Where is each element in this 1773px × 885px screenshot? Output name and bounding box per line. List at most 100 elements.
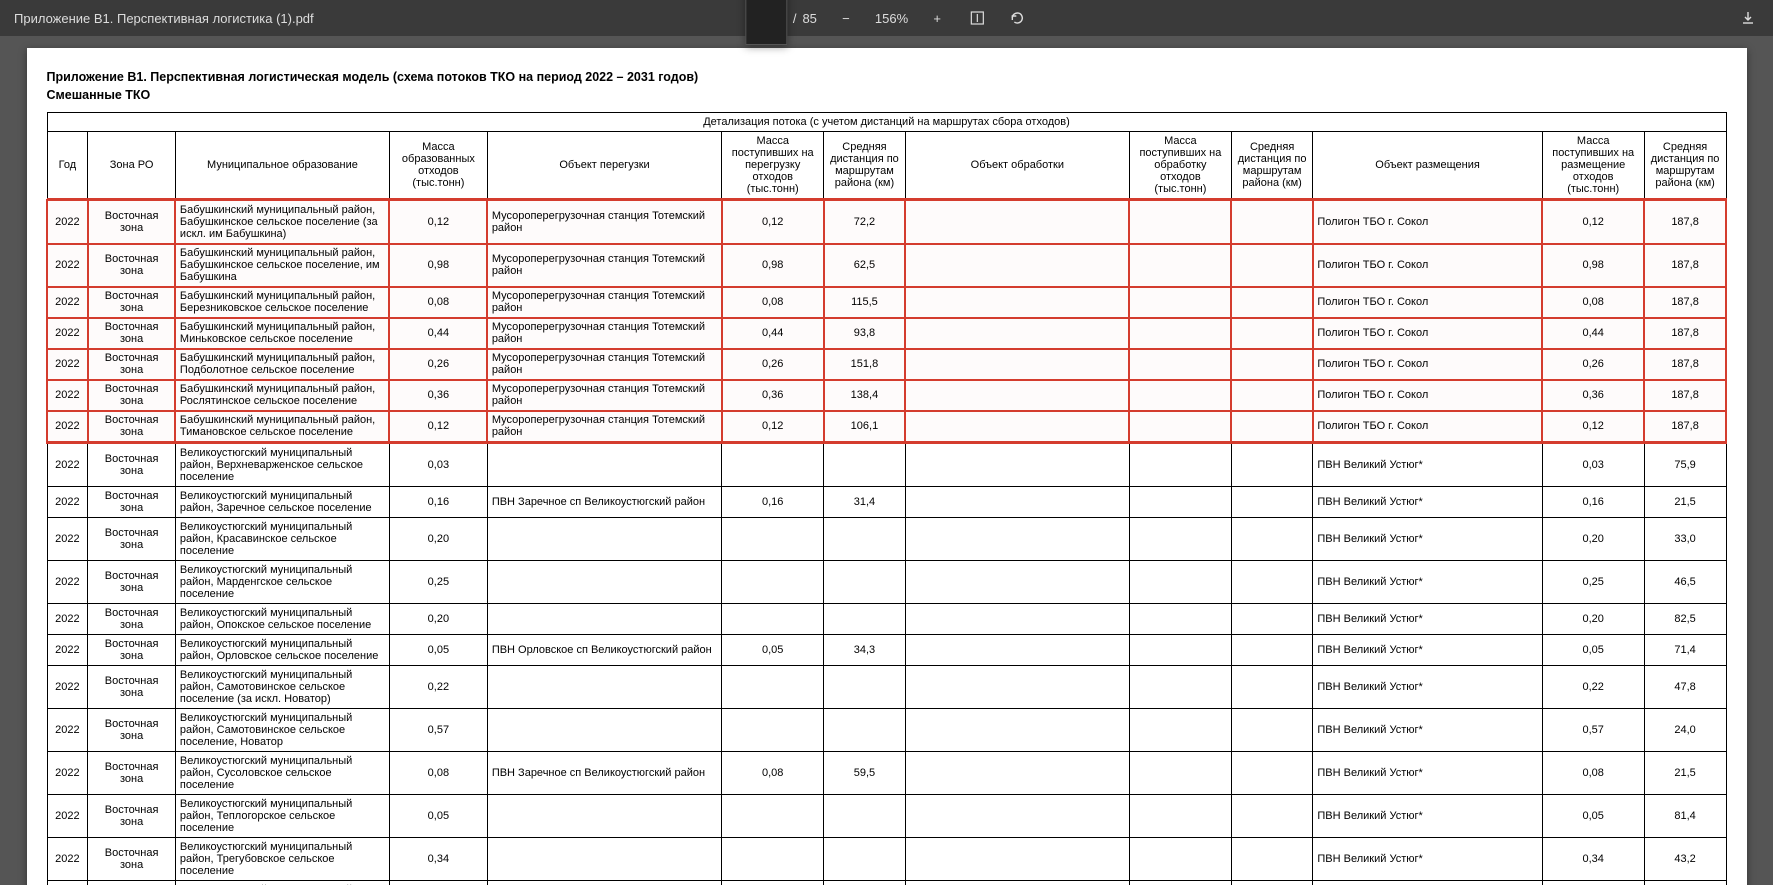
table-cell: 0,08: [389, 287, 487, 318]
table-cell: [1231, 881, 1313, 885]
col-header: Масса образованных отходов (тыс.тонн): [389, 132, 487, 200]
table-cell: 62,5: [824, 244, 906, 287]
table-cell: [1231, 518, 1313, 561]
table-cell: 0,44: [1542, 318, 1644, 349]
table-cell: Мусороперегрузочная станция Тотемский ра…: [487, 411, 721, 443]
table-cell: [722, 518, 824, 561]
table-cell: 2022: [47, 635, 88, 666]
plus-icon: +: [933, 11, 941, 26]
table-cell: [1231, 604, 1313, 635]
table-cell: 0,12: [389, 411, 487, 443]
table-cell: [905, 443, 1129, 487]
table-cell: ПВН Заречное сп Великоустюгский район: [487, 752, 721, 795]
table-cell: [905, 635, 1129, 666]
table-cell: [905, 795, 1129, 838]
table-cell: [905, 244, 1129, 287]
table-cell: [1129, 200, 1231, 244]
table-cell: 0,22: [1542, 666, 1644, 709]
rotate-button[interactable]: [1006, 7, 1028, 29]
table-cell: Восточная зона: [88, 244, 176, 287]
table-cell: 187,8: [1644, 287, 1726, 318]
table-cell: Восточная зона: [88, 561, 176, 604]
table-cell: ПВН Великий Устюг*: [1313, 518, 1542, 561]
table-cell: 2022: [47, 881, 88, 885]
table-cell: [1231, 795, 1313, 838]
table-row: 2022Восточная зонаВеликоустюгский муници…: [47, 709, 1726, 752]
table-cell: [1129, 380, 1231, 411]
table-cell: [1231, 666, 1313, 709]
table-cell: [722, 838, 824, 881]
table-cell: Восточная зона: [88, 411, 176, 443]
viewport[interactable]: Приложение В1. Перспективная логистическ…: [0, 36, 1773, 885]
table-cell: [722, 443, 824, 487]
table-cell: Полигон ТБО г. Сокол: [1313, 380, 1542, 411]
col-header: Средняя дистанция по маршрутам района (к…: [1231, 132, 1313, 200]
table-cell: 0,16: [722, 487, 824, 518]
table-cell: [1231, 287, 1313, 318]
table-cell: 0,05: [722, 635, 824, 666]
table-cell: 187,8: [1644, 349, 1726, 380]
table-cell: [1231, 752, 1313, 795]
table-cell: Мусороперегрузочная станция Тотемский ра…: [487, 349, 721, 380]
table-row: 2022Восточная зонаВеликоустюгский муници…: [47, 604, 1726, 635]
download-button[interactable]: [1737, 7, 1759, 29]
page-input[interactable]: [745, 0, 787, 45]
table-cell: Полигон ТБО г. Сокол: [1313, 349, 1542, 380]
table-cell: Восточная зона: [88, 287, 176, 318]
table-cell: [1129, 561, 1231, 604]
table-cell: Восточная зона: [88, 635, 176, 666]
table-cell: [905, 752, 1129, 795]
table-cell: [1129, 411, 1231, 443]
table-row: 2022Восточная зонаВеликоустюгский муници…: [47, 443, 1726, 487]
table-row: 2022Восточная зонаБабушкинский муниципал…: [47, 349, 1726, 380]
table-cell: [1231, 380, 1313, 411]
table-cell: 0,34: [389, 838, 487, 881]
pdf-toolbar: Приложение В1. Перспективная логистика (…: [0, 0, 1773, 36]
table-cell: Восточная зона: [88, 487, 176, 518]
col-header: Объект размещения: [1313, 132, 1542, 200]
table-cell: Бабушкинский муниципальный район, Бабушк…: [175, 244, 389, 287]
table-cell: Мусороперегрузочная станция Тотемский ра…: [487, 200, 721, 244]
table-cell: [1129, 487, 1231, 518]
zoom-out-button[interactable]: −: [835, 7, 857, 29]
table-cell: 2022: [47, 287, 88, 318]
table-cell: Полигон ТБО г. Сокол: [1313, 287, 1542, 318]
table-row: 2022Восточная зонаБабушкинский муниципал…: [47, 244, 1726, 287]
table-cell: 0,08: [1542, 287, 1644, 318]
table-cell: [487, 709, 721, 752]
table-cell: [1129, 443, 1231, 487]
table-cell: 0,12: [1542, 411, 1644, 443]
table-cell: 2022: [47, 244, 88, 287]
table-cell: [1231, 709, 1313, 752]
table-cell: [1231, 200, 1313, 244]
col-header: Объект перегузки: [487, 132, 721, 200]
table-cell: 2022: [47, 349, 88, 380]
table-cell: 0,98: [389, 244, 487, 287]
table-cell: 2022: [47, 411, 88, 443]
table-cell: Бабушкинский муниципальный район, Березн…: [175, 287, 389, 318]
table-row: 2022Восточная зонаВеликоустюгский муници…: [47, 752, 1726, 795]
table-cell: ПВН Великий Устюг*: [1313, 795, 1542, 838]
doc-title: Приложение В1. Перспективная логистическ…: [47, 70, 1727, 84]
table-cell: [824, 443, 906, 487]
table-cell: [1129, 881, 1231, 885]
table-cell: [487, 443, 721, 487]
col-header: Муниципальное образование: [175, 132, 389, 200]
table-cell: [824, 795, 906, 838]
table-cell: [905, 487, 1129, 518]
page-sep: /: [793, 11, 797, 26]
fit-page-button[interactable]: [966, 7, 988, 29]
table-cell: Восточная зона: [88, 604, 176, 635]
table-cell: [722, 604, 824, 635]
table-cell: 0,20: [389, 604, 487, 635]
table-cell: Мусороперегрузочная станция Тотемский ра…: [487, 380, 721, 411]
table-cell: [487, 881, 721, 885]
toolbar-right: [1737, 7, 1759, 29]
table-cell: Полигон ТБО г. Сокол: [1313, 200, 1542, 244]
table-cell: Полигон ТБО г. Сокол: [1313, 244, 1542, 287]
table-cell: 0,36: [722, 380, 824, 411]
table-cell: Мусороперегрузочная станция Тотемский ра…: [487, 244, 721, 287]
zoom-in-button[interactable]: +: [926, 7, 948, 29]
table-cell: Восточная зона: [88, 752, 176, 795]
table-cell: [824, 561, 906, 604]
